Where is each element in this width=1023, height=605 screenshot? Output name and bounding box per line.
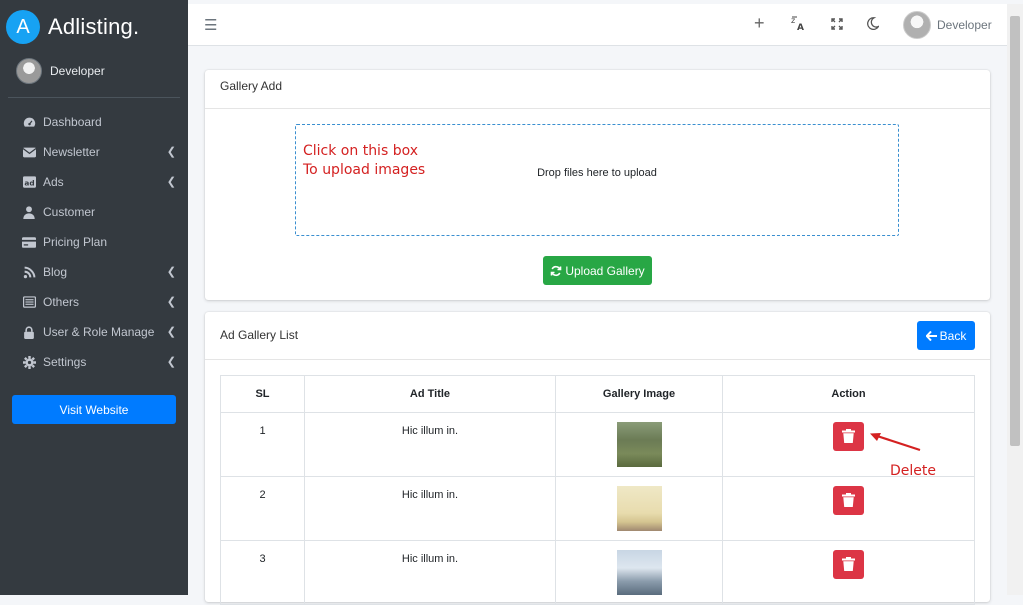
cell-gallery-image	[555, 412, 723, 477]
column-header-action: Action	[722, 375, 975, 413]
gallery-thumbnail[interactable]	[616, 422, 662, 467]
envelope-icon	[22, 145, 36, 159]
gallery-table: SL Ad Title Gallery Image Action 1 Hic i…	[220, 375, 975, 605]
sidebar-item-label: User & Role Manage	[43, 325, 155, 339]
column-header-gallery-image: Gallery Image	[555, 375, 723, 413]
gear-icon	[22, 355, 36, 369]
topbar-user-name: Developer	[937, 18, 992, 32]
brand-logo: A	[6, 10, 40, 44]
fullscreen-icon[interactable]	[831, 17, 843, 33]
sidebar-item-label: Settings	[43, 355, 87, 369]
cell-ad-title: Hic illum in.	[304, 476, 556, 541]
table-row: 1 Hic illum in.	[220, 412, 975, 477]
gallery-list-title: Ad Gallery List	[205, 312, 990, 360]
sidebar-item-label: Others	[43, 295, 80, 309]
cell-sl: 2	[220, 476, 305, 541]
avatar	[903, 11, 931, 39]
sidebar-item-settings[interactable]: Settings ❮	[0, 347, 188, 377]
dashboard-icon	[22, 115, 36, 129]
chevron-left-icon: ❮	[166, 176, 176, 188]
list-icon	[22, 295, 36, 309]
annotation-line: To upload images	[303, 162, 426, 178]
chevron-left-icon: ❮	[166, 266, 176, 278]
back-label: Back	[939, 328, 967, 343]
sidebar-item-user-role-manage[interactable]: User & Role Manage ❮	[0, 317, 188, 347]
annotation-delete: Delete	[890, 463, 936, 479]
brand-link[interactable]: A Adlisting.	[6, 10, 139, 44]
delete-button[interactable]	[833, 486, 864, 515]
credit-card-icon	[22, 235, 36, 249]
svg-text:ad: ad	[24, 178, 34, 187]
sidebar-user-name: Developer	[50, 64, 105, 78]
column-header-ad-title: Ad Title	[304, 375, 556, 413]
sidebar-item-ads[interactable]: ad Ads ❮	[0, 167, 188, 197]
cell-ad-title: Hic illum in.	[304, 412, 556, 477]
blog-icon	[22, 265, 36, 279]
gallery-add-title: Gallery Add	[205, 70, 990, 109]
avatar	[16, 58, 42, 84]
sidebar-item-customer[interactable]: Customer	[0, 197, 188, 227]
topbar-user-menu[interactable]: Developer	[903, 11, 992, 39]
gallery-thumbnail[interactable]	[616, 486, 662, 531]
topbar: ☰ + zA Developer	[188, 4, 1007, 46]
cell-action	[722, 476, 975, 541]
column-header-sl: SL	[220, 375, 305, 413]
back-button[interactable]: Back	[917, 321, 975, 350]
sidebar: A Adlisting. Developer Dashboard Newslet…	[0, 0, 188, 595]
scrollbar-thumb[interactable]	[1010, 16, 1020, 446]
annotation-click-box: Click on this box To upload images	[303, 142, 425, 180]
sidebar-item-label: Blog	[43, 265, 68, 279]
annotation-line: Click on this box	[303, 143, 419, 159]
delete-button[interactable]	[833, 550, 864, 579]
upload-gallery-label: Upload Gallery	[565, 263, 645, 278]
gallery-add-card: Gallery Add Drop files here to upload Cl…	[205, 70, 990, 300]
sync-icon	[550, 265, 562, 277]
brand-name: Adlisting.	[48, 14, 140, 39]
table-header-row: SL Ad Title Gallery Image Action	[220, 375, 975, 413]
svg-text:A: A	[797, 23, 804, 31]
delete-button[interactable]	[833, 422, 864, 451]
sidebar-item-blog[interactable]: Blog ❮	[0, 257, 188, 287]
sidebar-item-others[interactable]: Others ❮	[0, 287, 188, 317]
sidebar-item-dashboard[interactable]: Dashboard	[0, 107, 188, 137]
chevron-left-icon: ❮	[166, 296, 176, 308]
sidebar-divider	[8, 97, 180, 98]
trash-icon	[842, 429, 855, 443]
hamburger-menu-icon[interactable]: ☰	[204, 16, 217, 34]
ad-icon: ad	[22, 175, 36, 189]
cell-gallery-image	[555, 476, 723, 541]
sidebar-user-panel[interactable]: Developer	[16, 58, 105, 84]
cell-action	[722, 412, 975, 477]
translate-icon[interactable]: zA	[791, 15, 806, 34]
chevron-left-icon: ❮	[166, 356, 176, 368]
gallery-thumbnail[interactable]	[616, 550, 662, 595]
visit-website-button[interactable]: Visit Website	[12, 395, 176, 424]
user-icon	[22, 205, 36, 219]
sidebar-item-newsletter[interactable]: Newsletter ❮	[0, 137, 188, 167]
sidebar-item-pricing-plan[interactable]: Pricing Plan	[0, 227, 188, 257]
upload-gallery-button[interactable]: Upload Gallery	[543, 256, 652, 285]
sidebar-item-label: Customer	[43, 205, 96, 219]
gallery-list-card: Ad Gallery List Back SL Ad Title Gallery…	[205, 312, 990, 605]
upload-dropzone[interactable]: Drop files here to upload	[295, 124, 899, 236]
trash-icon	[842, 493, 855, 507]
sidebar-item-label: Newsletter	[43, 145, 100, 159]
arrow-left-icon	[925, 330, 937, 341]
table-row: 2 Hic illum in.	[220, 476, 975, 541]
page-scrollbar[interactable]	[1007, 4, 1023, 595]
sidebar-item-label: Ads	[43, 175, 64, 189]
sidebar-item-label: Pricing Plan	[43, 235, 108, 249]
trash-icon	[842, 557, 855, 571]
moon-icon[interactable]	[867, 17, 881, 33]
sidebar-nav: Dashboard Newsletter ❮ ad Ads ❮ Customer…	[0, 107, 188, 377]
cell-sl: 1	[220, 412, 305, 477]
lock-icon	[22, 325, 36, 339]
plus-icon[interactable]: +	[754, 13, 765, 34]
annotation-arrow-icon	[870, 433, 921, 452]
chevron-left-icon: ❮	[166, 146, 176, 158]
chevron-left-icon: ❮	[166, 326, 176, 338]
sidebar-item-label: Dashboard	[43, 115, 102, 129]
